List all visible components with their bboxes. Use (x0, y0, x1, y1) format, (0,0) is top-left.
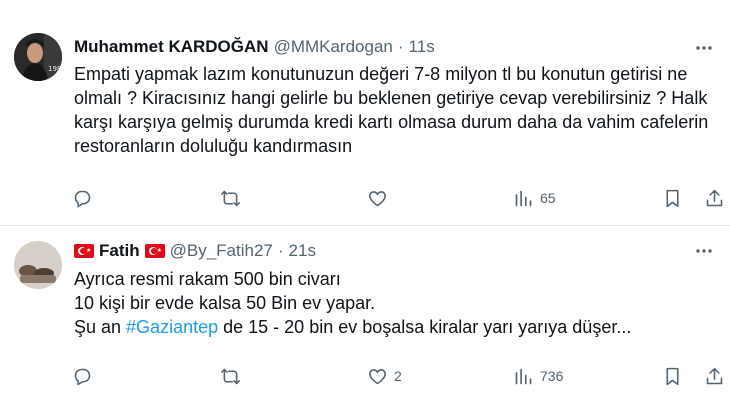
reply-button[interactable] (72, 366, 99, 387)
reply-icon (74, 368, 91, 386)
more-icon[interactable] (692, 239, 716, 263)
avatar-badge: 1983 (48, 65, 62, 73)
share-button[interactable] (704, 188, 725, 209)
display-name[interactable]: Fatih (99, 241, 140, 261)
tweet-header: Muhammet KARDOĞAN @MMKardogan · 11s (74, 35, 710, 59)
avatar[interactable]: 1983 (14, 33, 62, 81)
like-button[interactable] (367, 188, 394, 209)
more-icon[interactable] (692, 36, 716, 60)
separator: · (397, 37, 404, 56)
turkish-flag-icon: ★ (74, 244, 94, 258)
views-icon (515, 368, 532, 384)
hashtag-link[interactable]: #Gaziantep (126, 317, 218, 337)
user-handle[interactable]: @By_Fatih27 (170, 241, 273, 261)
display-name[interactable]: Muhammet KARDOĞAN (74, 37, 269, 57)
tweet-line: Şu an #Gaziantep de 15 - 20 bin ev boşal… (74, 315, 712, 339)
like-count: 2 (394, 368, 402, 384)
separator: · (277, 241, 284, 260)
reply-icon (74, 190, 91, 208)
reply-button[interactable] (72, 188, 99, 209)
retweet-icon (220, 368, 241, 384)
tweet-header: ★ Fatih ★ @By_Fatih27 · 21s (74, 239, 710, 263)
avatar[interactable] (14, 241, 62, 289)
views-button[interactable]: 65 (513, 188, 556, 209)
view-count: 65 (540, 190, 556, 206)
views-button[interactable]: 736 (513, 366, 563, 387)
timestamp[interactable]: 21s (289, 241, 316, 261)
retweet-button[interactable] (220, 366, 247, 387)
tweet-line-text: Şu an (74, 317, 127, 337)
bookmark-icon (666, 367, 679, 385)
share-button[interactable] (704, 366, 725, 387)
like-icon (369, 190, 386, 206)
tweet[interactable]: ★ Fatih ★ @By_Fatih27 · 21s Ayrıca resmi… (0, 227, 730, 420)
user-handle[interactable]: @MMKardogan (274, 37, 393, 57)
share-icon (706, 189, 723, 206)
like-button[interactable]: 2 (367, 366, 402, 387)
tweet-line-text: de 15 - 20 bin ev boşalsa kiralar yarı y… (218, 317, 632, 337)
tweet-line: Ayrıca resmi rakam 500 bin civarı (74, 269, 341, 289)
bookmark-button[interactable] (662, 188, 683, 209)
timestamp[interactable]: 11s (409, 37, 435, 57)
tweet-text: Empati yapmak lazım konutunuzun değeri 7… (74, 64, 709, 156)
tweet-actions: 65 (72, 186, 723, 210)
bookmark-icon (666, 189, 679, 207)
turkish-flag-icon: ★ (144, 244, 165, 258)
tweet[interactable]: 1983 Muhammet KARDOĞAN @MMKardogan · 11s… (0, 0, 730, 226)
tweet-actions: 2 736 (72, 364, 723, 388)
like-icon (369, 368, 386, 384)
bookmark-button[interactable] (662, 366, 683, 387)
views-icon (515, 190, 532, 206)
retweet-button[interactable] (220, 188, 247, 209)
tweet-line: 10 kişi bir evde kalsa 50 Bin ev yapar. (74, 293, 376, 313)
view-count: 736 (540, 368, 564, 384)
retweet-icon (220, 190, 241, 206)
tweet-text: Ayrıca resmi rakam 500 bin civarı 10 kiş… (74, 267, 712, 339)
share-icon (706, 367, 723, 384)
